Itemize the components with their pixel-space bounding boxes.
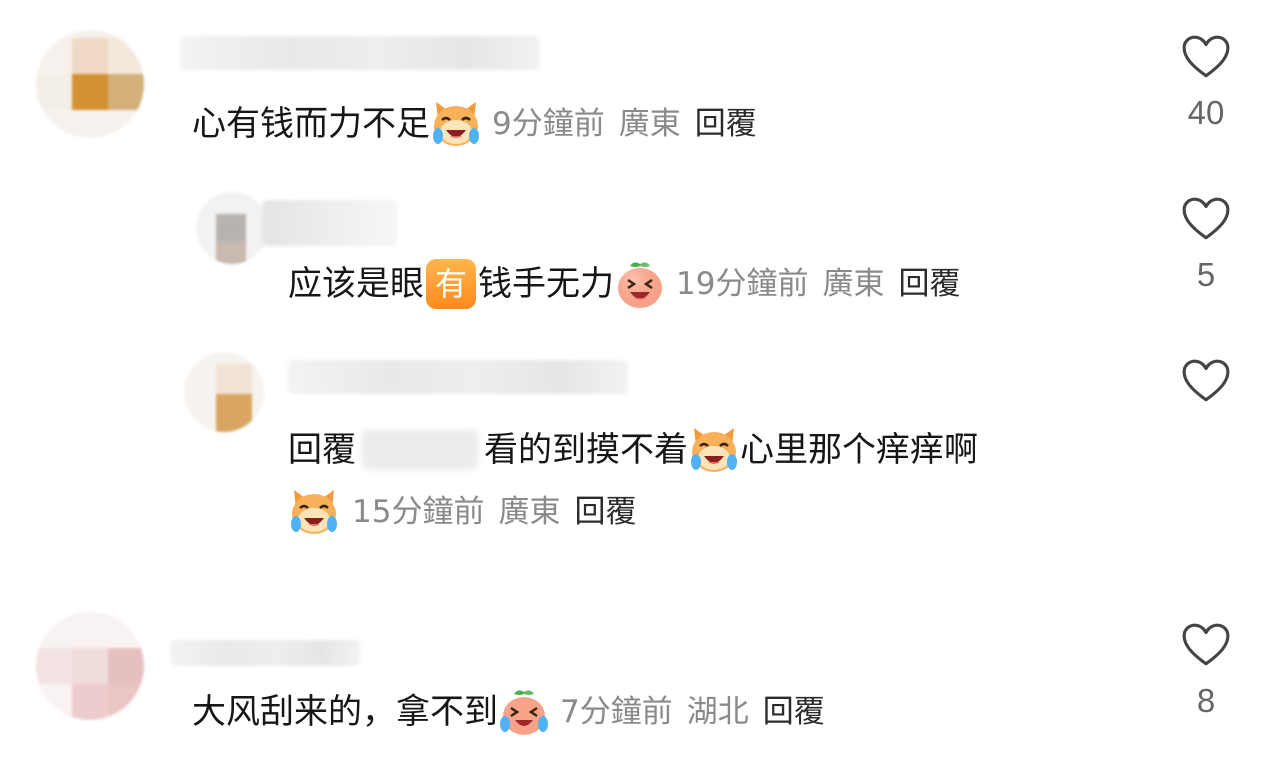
comment-text: 大风刮来的，拿不到: [192, 692, 498, 732]
comment-location: 廣東: [618, 106, 681, 142]
comment-meta: 19分鐘前 廣東 回覆: [676, 262, 960, 306]
comment-body: 大风刮来的，拿不到 7分鐘前 湖北 回覆: [192, 686, 825, 738]
comment-time: 9分鐘前: [492, 106, 605, 142]
heart-icon[interactable]: [1181, 34, 1231, 80]
like-count: 8: [1196, 682, 1216, 719]
comment-location: 湖北: [686, 694, 749, 730]
avatar[interactable]: [36, 612, 144, 720]
mention-username[interactable]: [362, 430, 478, 470]
comment-text: 心有钱而力不足: [192, 104, 430, 144]
avatar[interactable]: [184, 352, 264, 432]
comment-meta: 7分鐘前 湖北 回覆: [560, 690, 825, 734]
comment-text: 应该是眼: [288, 264, 424, 304]
like-area: 5: [1170, 196, 1242, 294]
peach-laughing-emoji: [614, 258, 666, 310]
comment-body: 应该是眼 有 钱手无力 19分鐘前 廣東 回覆: [288, 258, 960, 310]
reply-button[interactable]: 回覆: [574, 494, 636, 530]
reply-button[interactable]: 回覆: [695, 106, 757, 142]
comment-location: 廣東: [498, 494, 561, 530]
cat-laughing-tears-emoji: [430, 98, 482, 150]
avatar[interactable]: [196, 192, 268, 264]
heart-icon[interactable]: [1181, 622, 1231, 668]
comment-meta-line: 15分鐘前 廣東 回覆: [288, 486, 636, 538]
username[interactable]: [170, 640, 360, 666]
like-area: 8: [1170, 622, 1242, 720]
comment-time: 19分鐘前: [676, 266, 809, 302]
comment-meta: 9分鐘前 廣東 回覆: [492, 102, 757, 146]
like-count: 40: [1187, 94, 1225, 131]
comment-body: 心有钱而力不足 9分鐘前 廣東 回覆: [192, 98, 757, 150]
comment-meta: 15分鐘前 廣東 回覆: [352, 490, 636, 534]
reply-button[interactable]: 回覆: [898, 266, 960, 302]
reply-prefix: 回覆: [288, 430, 356, 470]
username[interactable]: [180, 36, 540, 70]
username[interactable]: [262, 200, 398, 246]
like-count: 5: [1196, 256, 1216, 293]
like-area: [1170, 358, 1242, 404]
heart-icon[interactable]: [1181, 358, 1231, 404]
comment-text: 钱手无力: [478, 264, 614, 304]
comment-text: 看的到摸不着: [484, 430, 688, 470]
avatar[interactable]: [36, 30, 144, 138]
cat-laughing-tears-emoji: [288, 486, 340, 538]
you-badge: 有: [426, 259, 476, 309]
comment-time: 15分鐘前: [352, 494, 485, 530]
like-area: 40: [1170, 34, 1242, 132]
comment-location: 廣東: [822, 266, 885, 302]
comment-text: 心里那个痒痒啊: [740, 430, 978, 470]
comment-time: 7分鐘前: [560, 694, 673, 730]
reply-button[interactable]: 回覆: [763, 694, 825, 730]
username[interactable]: [288, 360, 628, 394]
heart-icon[interactable]: [1181, 196, 1231, 242]
peach-crying-laughing-emoji: [498, 686, 550, 738]
comment-body: 回覆 看的到摸不着 心里那个痒痒啊: [288, 424, 978, 476]
cat-laughing-tears-emoji: [688, 424, 740, 476]
